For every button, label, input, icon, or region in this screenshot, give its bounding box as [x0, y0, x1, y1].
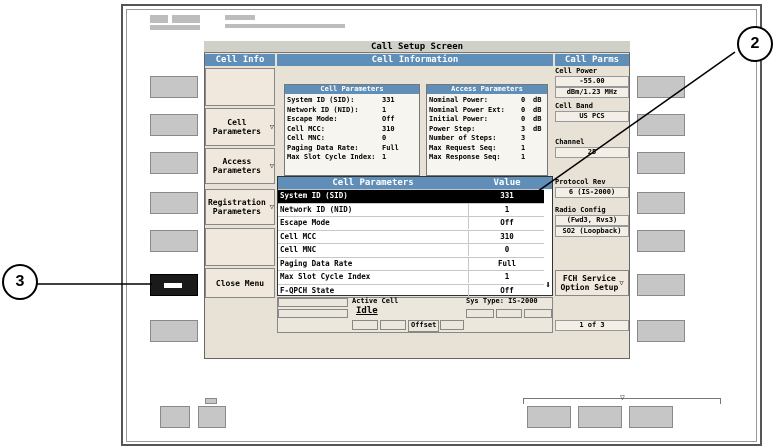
callout-leaders	[36, 51, 736, 285]
callout-2: 2	[737, 26, 773, 62]
callout-3: 3	[2, 264, 38, 300]
